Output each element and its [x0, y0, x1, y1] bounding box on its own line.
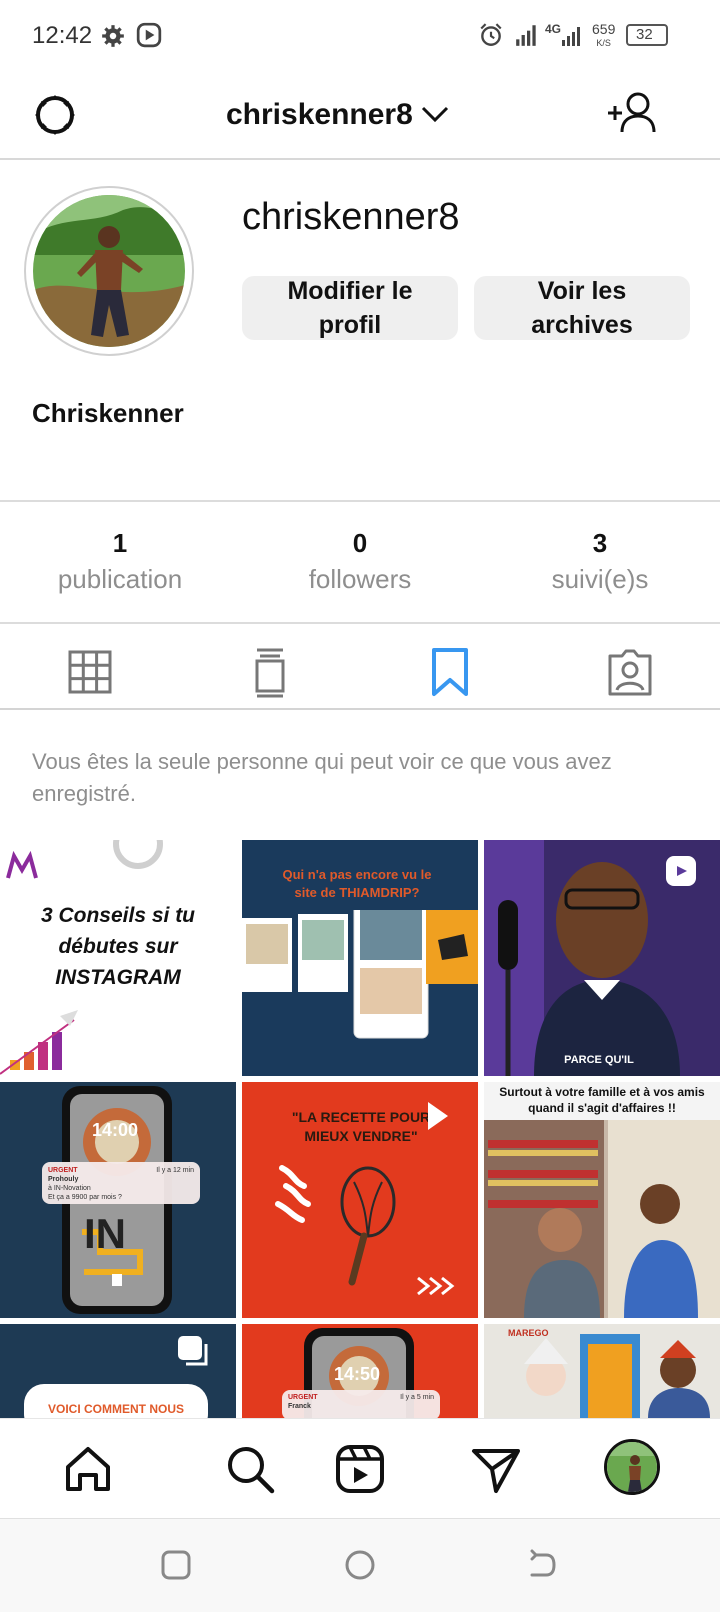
alert-tag: URGENT [288, 1394, 318, 1401]
stat-label: followers [308, 564, 412, 594]
back-icon[interactable] [526, 1549, 558, 1581]
account-switcher[interactable]: chriskenner8 [226, 98, 413, 132]
saved-post-5[interactable]: "LA RECETTE POUR MIEUX VENDRE" [242, 1082, 478, 1318]
stat-value: 3 [592, 528, 608, 558]
reel-icon [666, 856, 696, 886]
alert-line: à IN-Novation [48, 1185, 91, 1192]
post-headline: 3 Conseils si tu débutes sur INSTAGRAM [40, 904, 196, 989]
brand-logo: MAREGO [508, 1328, 549, 1338]
bookmark-icon [432, 648, 468, 696]
post-headline: VOICI COMMENT NOUS AIDONS [47, 1402, 184, 1418]
saved-post-6[interactable]: Surtout à votre famille et à vos amis qu… [484, 1082, 720, 1318]
add-user-icon[interactable] [606, 90, 658, 136]
play-circle-icon [136, 22, 162, 48]
saved-privacy-note: Vous êtes la seule personne qui peut voi… [32, 749, 612, 806]
speed-readout: 659 K/S [592, 22, 615, 50]
saved-post-4[interactable]: 14:00 URGENT Il y a 12 min Prohouly à IN… [0, 1082, 236, 1318]
alert-tag: URGENT [48, 1167, 78, 1174]
alert-line: Et ça a 9900 par mois ? [48, 1194, 122, 1201]
tab-tagged[interactable] [600, 642, 660, 702]
lockscreen-time: 14:50 [334, 1364, 381, 1384]
speed-unit: K/S [596, 38, 611, 48]
signal-icon [516, 25, 536, 46]
settings-icon[interactable] [32, 92, 78, 138]
grid-icon [68, 650, 112, 694]
edit-profile-label: Modifier le profil [287, 277, 413, 339]
edit-profile-button[interactable]: Modifier le profil [242, 276, 458, 340]
network-label: 4G [545, 22, 562, 36]
tab-saved[interactable] [420, 642, 480, 702]
lockscreen-time: 14:00 [92, 1120, 139, 1140]
profile-top-bar: chriskenner8 [0, 72, 720, 160]
alert-name: Franck [288, 1403, 311, 1410]
stat-value: 1 [112, 528, 128, 558]
system-navigation [0, 1518, 720, 1612]
carousel-icon [178, 1336, 208, 1366]
post-caption: PARCE QU'IL [564, 1054, 634, 1066]
stat-publications[interactable]: 1 publication [0, 528, 240, 595]
igtv-icon [255, 648, 285, 698]
saved-post-8[interactable]: 14:50 URGENT Il y a 5 min Franck [242, 1324, 478, 1418]
reels-icon[interactable] [332, 1441, 388, 1497]
tab-igtv[interactable] [240, 642, 300, 702]
recent-apps-icon[interactable] [160, 1549, 192, 1581]
view-archive-label: Voir les archives [531, 277, 633, 339]
stat-value: 0 [352, 528, 368, 558]
stat-following[interactable]: 3 suivi(e)s [480, 528, 720, 595]
tab-divider [0, 708, 720, 710]
profile-username: chriskenner8 [242, 196, 460, 238]
notification-card: URGENT Il y a 12 min Prohouly à IN-Novat… [42, 1162, 200, 1204]
home-circle-icon[interactable] [344, 1549, 376, 1581]
saved-post-2[interactable]: Qui n'a pas encore vu le site de THIAMDR… [242, 840, 478, 1076]
saved-post-9[interactable]: MAREGO [484, 1324, 720, 1418]
tagged-icon [608, 649, 652, 696]
alarm-icon [480, 23, 502, 46]
gear-icon [102, 25, 124, 47]
brand-mark: IN [84, 1210, 126, 1257]
post-headline: Surtout à votre famille et à vos amis qu… [499, 1085, 705, 1115]
notification-card: URGENT Il y a 5 min Franck [282, 1390, 440, 1418]
alert-time: Il y a 12 min [156, 1167, 194, 1174]
home-icon[interactable] [60, 1441, 116, 1497]
stat-label: suivi(e)s [551, 564, 649, 594]
view-archive-button[interactable]: Voir les archives [474, 276, 690, 340]
chevron-down-icon[interactable] [420, 104, 450, 124]
battery-icon: 32 [626, 24, 668, 46]
saved-post-1[interactable]: 3 Conseils si tu débutes sur INSTAGRAM [0, 840, 236, 1076]
stat-label: publication [57, 564, 183, 594]
saved-post-3[interactable]: PARCE QU'IL [484, 840, 720, 1076]
direct-icon[interactable] [468, 1441, 524, 1497]
profile-full-name: Chriskenner [32, 398, 184, 428]
alert-name: Prohouly [48, 1176, 79, 1183]
speed-value: 659 [592, 21, 616, 37]
status-bar: 12:42 4G 659 K/S 32 [0, 0, 720, 72]
stat-followers[interactable]: 0 followers [240, 528, 480, 595]
search-icon[interactable] [222, 1441, 278, 1497]
bottom-navigation [0, 1418, 720, 1518]
tab-grid[interactable] [60, 642, 120, 702]
avatar[interactable] [33, 195, 185, 347]
signal-4g-icon [562, 27, 580, 46]
battery-level: 32 [636, 26, 653, 43]
divider [0, 500, 720, 502]
post-headline: Qui n'a pas encore vu le site de THIAMDR… [282, 867, 432, 900]
divider [0, 622, 720, 624]
alert-time: Il y a 5 min [400, 1394, 434, 1401]
status-time: 12:42 [32, 22, 93, 49]
saved-post-7[interactable]: VOICI COMMENT NOUS AIDONS [0, 1324, 236, 1418]
profile-avatar[interactable] [604, 1439, 660, 1495]
